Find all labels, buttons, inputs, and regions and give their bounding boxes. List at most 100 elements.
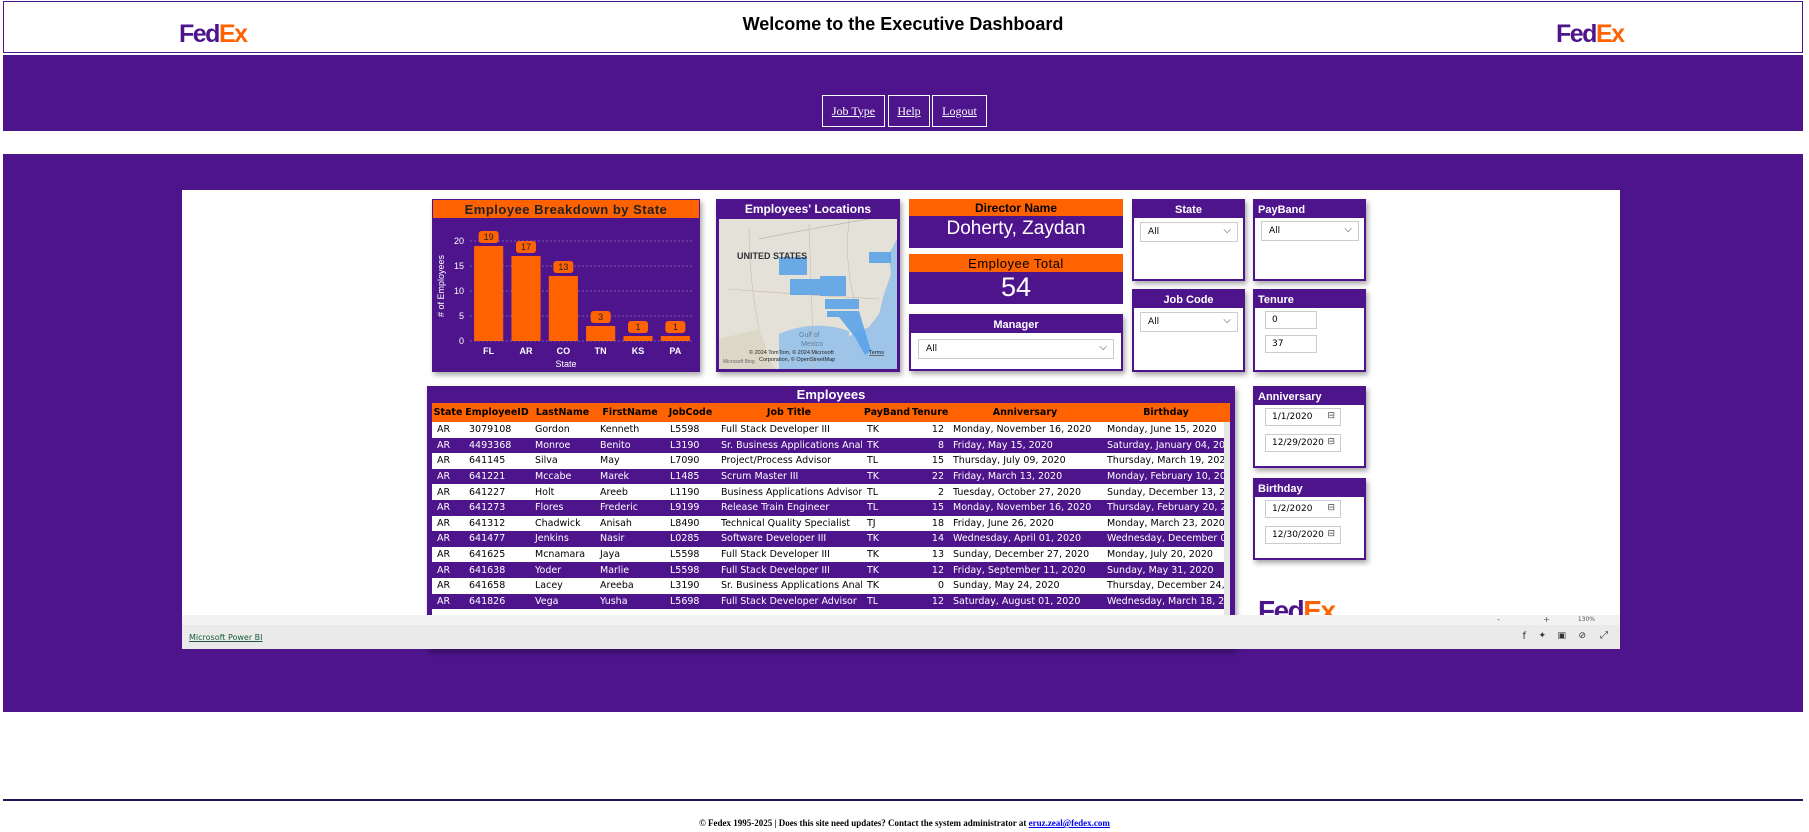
table-cell: Thursday, December 24, 2020	[1107, 580, 1230, 592]
employees-table[interactable]: State EmployeeID LastName FirstName JobCode J…	[432, 403, 1230, 649]
calendar-icon[interactable]: ⊟	[1327, 437, 1335, 447]
table-cell: AR	[437, 517, 451, 529]
state-dropdown[interactable]: All ⌵	[1140, 222, 1238, 242]
table-cell: Yoder	[530, 562, 595, 578]
chevron-down-icon: ⌵	[1344, 224, 1352, 235]
table-cell: Lacey	[535, 580, 563, 592]
table-cell: 13	[931, 549, 944, 561]
table-cell: Silva	[535, 455, 558, 467]
manager-dropdown[interactable]: All ⌵	[918, 339, 1114, 359]
anniversary-from-input[interactable]: 1/1/2020 ⊟	[1265, 408, 1341, 426]
calendar-icon[interactable]: ⊟	[1327, 503, 1335, 513]
nav-job-type-link[interactable]: Job Type	[822, 95, 885, 127]
jobcode-dropdown[interactable]: All ⌵	[1140, 312, 1238, 332]
calendar-icon[interactable]: ⊟	[1327, 411, 1335, 421]
column-header[interactable]: EmployeeID	[464, 403, 530, 422]
map-state-pa[interactable]	[869, 252, 891, 263]
table-row[interactable]: AR 641477 Jenkins Nasir L0285 Software Develo…	[432, 531, 1230, 547]
table-cell: Jaya	[600, 549, 621, 561]
chevron-down-icon: ⌵	[1099, 342, 1107, 353]
zoom-in-button[interactable]: +	[1543, 615, 1550, 624]
column-header[interactable]: Tenure	[912, 403, 948, 422]
table-row[interactable]: AR 3079108 Gordon Kenneth L5598 Full Stack De…	[432, 422, 1230, 438]
table-cell: 641625	[469, 549, 506, 561]
powerbi-link[interactable]: Microsoft Power BI	[189, 633, 263, 642]
tenure-min-input[interactable]: 0	[1265, 311, 1317, 329]
column-header[interactable]: PayBand	[862, 403, 912, 422]
nav-logout-link[interactable]: Logout	[932, 95, 987, 127]
birthday-to-input[interactable]: 12/30/2020 ⊟	[1265, 526, 1341, 544]
table-cell: 8	[912, 437, 948, 454]
table-cell: TL	[867, 486, 879, 498]
data-label: 17	[521, 242, 531, 252]
table-cell: Frederic	[595, 499, 665, 516]
y-tick-label: 0	[459, 336, 464, 346]
table-cell: Sunday, May 31, 2020	[1102, 562, 1230, 578]
table-cell: Business Applications Advisor	[721, 486, 862, 498]
table-cell: L5598	[670, 549, 700, 561]
anniversary-slicer: Anniversary 1/1/2020 ⊟ 12/29/2020 ⊟	[1253, 386, 1366, 468]
table-cell: Full Stack Developer III	[721, 549, 830, 561]
data-label: 1	[673, 322, 678, 332]
linkedin-icon[interactable]: ▣	[1557, 631, 1566, 641]
table-cell: Mcnamara	[535, 549, 586, 561]
table-cell: 3079108	[469, 424, 512, 436]
nav-help-link[interactable]: Help	[888, 95, 930, 127]
table-row[interactable]: AR 641145 Silva May L7090 Project/Process Adv…	[432, 453, 1230, 469]
column-header[interactable]: JobCode	[665, 403, 716, 422]
table-row[interactable]: AR 641826 Vega Yusha L5698 Full Stack Develop…	[432, 593, 1230, 610]
table-cell: TK	[867, 549, 880, 561]
anniversary-to-input[interactable]: 12/29/2020 ⊟	[1265, 434, 1341, 452]
zoom-level: 130%	[1577, 616, 1595, 623]
table-cell: 641312	[469, 517, 506, 529]
x-tick-label: PA	[669, 346, 681, 356]
table-row[interactable]: AR 641273 Flores Frederic L9199 Release Train…	[432, 499, 1230, 516]
us-map[interactable]: UNITED STATES Gulf of Mexico © 2024 TomTo…	[719, 219, 897, 369]
fullscreen-icon[interactable]: ⤢	[1600, 630, 1608, 641]
table-row[interactable]: AR 641312 Chadwick Anisah L8490 Technical Qua…	[432, 516, 1230, 532]
table-cell: AR	[432, 531, 464, 547]
bar	[660, 336, 690, 341]
column-header[interactable]: LastName	[530, 403, 595, 422]
table-cell: Friday, September 11, 2020	[948, 562, 1102, 578]
column-header[interactable]: FirstName	[595, 403, 665, 422]
table-cell: Holt	[535, 486, 555, 498]
twitter-icon[interactable]: ✦	[1538, 631, 1546, 641]
column-header[interactable]: State	[432, 403, 464, 422]
manager-title: Manager	[911, 316, 1121, 333]
table-row[interactable]: AR 641227 Holt Areeb L1190 Business Applicati…	[432, 484, 1230, 500]
payband-dropdown[interactable]: All ⌵	[1261, 221, 1359, 241]
tenure-max-input[interactable]: 37	[1265, 335, 1317, 353]
table-row[interactable]: AR 641221 Mccabe Marek L1485 Scrum Master III…	[432, 468, 1230, 485]
table-row[interactable]: AR 641638 Yoder Marlie L5598 Full Stack Devel…	[432, 562, 1230, 578]
map-terms-link[interactable]: Terms	[869, 350, 884, 356]
zoom-out-button[interactable]: -	[1497, 615, 1500, 624]
map-panel: Employees' Locations UNITED STATES Gulf …	[716, 199, 900, 372]
table-cell: AR	[437, 455, 451, 467]
column-header[interactable]: Birthday	[1102, 403, 1230, 422]
map-state-ks[interactable]	[790, 279, 820, 295]
column-header[interactable]: Job Title	[716, 403, 862, 422]
table-cell: 641826	[464, 593, 530, 610]
map-state-ar[interactable]	[820, 276, 846, 296]
share-icon[interactable]: ⊘	[1578, 631, 1586, 641]
table-cell: Full Stack Developer Advisor	[716, 593, 862, 610]
table-cell: 12	[912, 593, 948, 610]
table-row[interactable]: AR 4493368 Monroe Benito L3190 Sr. Business A…	[432, 437, 1230, 454]
facebook-icon[interactable]: f	[1522, 631, 1526, 642]
birthday-from-input[interactable]: 1/2/2020 ⊟	[1265, 500, 1341, 518]
column-header[interactable]: Anniversary	[948, 403, 1102, 422]
tenure-slicer: Tenure 0 37	[1253, 289, 1366, 372]
page-title: Welcome to the Executive Dashboard	[742, 14, 1064, 34]
table-cell: L1485	[665, 468, 716, 485]
table-row[interactable]: AR 641658 Lacey Areeba L3190 Sr. Business App…	[432, 578, 1230, 594]
calendar-icon[interactable]: ⊟	[1327, 529, 1335, 539]
admin-email-link[interactable]: eruz.zeal@fedex.com	[1029, 818, 1110, 828]
table-cell: L3190	[665, 437, 716, 454]
table-cell: Marek	[595, 468, 665, 485]
table-row[interactable]: AR 641625 Mcnamara Jaya L5598 Full Stack Deve…	[432, 547, 1230, 563]
table-cell: 2	[937, 486, 944, 498]
state-title: State	[1134, 201, 1243, 218]
map-state-tn[interactable]	[825, 299, 859, 309]
bar	[623, 336, 653, 341]
